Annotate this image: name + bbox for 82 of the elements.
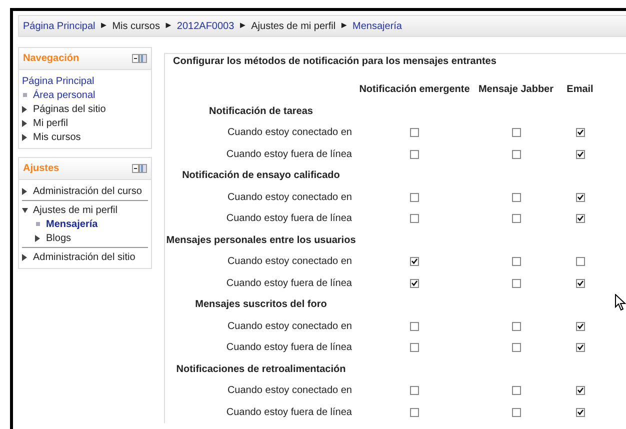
nav-link[interactable]: Mensajería bbox=[46, 216, 98, 232]
checkbox[interactable] bbox=[512, 408, 520, 417]
checkbox[interactable] bbox=[410, 386, 419, 396]
breadcrumb-item: Ajustes de mi perfil bbox=[251, 20, 336, 34]
row-label: Cuando estoy fuera de línea bbox=[226, 213, 352, 224]
checkbox[interactable] bbox=[576, 322, 584, 331]
breadcrumb-item: Mis cursos bbox=[112, 20, 160, 34]
row-label: Cuando estoy conectado en bbox=[227, 127, 352, 138]
checkbox[interactable] bbox=[576, 257, 584, 266]
checkbox[interactable] bbox=[410, 343, 419, 352]
collapsed-triangle-icon[interactable] bbox=[22, 134, 28, 140]
checkbox[interactable] bbox=[576, 192, 584, 202]
checkbox[interactable] bbox=[512, 322, 520, 331]
nav-item[interactable]: Mi perfil bbox=[33, 116, 68, 130]
row-label: Cuando estoy conectado en bbox=[227, 385, 352, 396]
checkbox[interactable] bbox=[512, 278, 520, 288]
checkbox[interactable] bbox=[410, 128, 419, 138]
checkbox[interactable] bbox=[410, 192, 419, 202]
checkbox[interactable] bbox=[410, 322, 419, 331]
breadcrumb-separator: ► bbox=[238, 19, 248, 32]
breadcrumb-separator: ► bbox=[164, 19, 173, 32]
checkbox[interactable] bbox=[576, 214, 584, 224]
block-title: Ajustes bbox=[23, 162, 60, 176]
checkbox[interactable] bbox=[512, 343, 520, 352]
group-title: Notificación de ensayo calificado bbox=[182, 170, 340, 182]
checkbox[interactable] bbox=[410, 408, 419, 417]
column-header: Notificación emergente bbox=[359, 84, 470, 96]
row-label: Cuando estoy fuera de línea bbox=[226, 406, 352, 418]
collapsed-triangle-icon[interactable] bbox=[22, 254, 28, 260]
row-label: Cuando estoy conectado en bbox=[227, 320, 352, 332]
row-label: Cuando estoy fuera de línea bbox=[226, 342, 352, 354]
breadcrumb-link[interactable]: Mensajería bbox=[352, 18, 402, 34]
row-label: Cuando estoy conectado en bbox=[227, 192, 352, 203]
breadcrumb-link[interactable]: 2012AF0003 bbox=[176, 18, 234, 34]
checkbox[interactable] bbox=[512, 386, 520, 396]
checkbox[interactable] bbox=[576, 343, 584, 352]
checkbox[interactable] bbox=[410, 278, 419, 288]
checkbox[interactable] bbox=[410, 257, 419, 266]
nav-item[interactable]: Blogs bbox=[46, 230, 72, 246]
group-title: Mensajes personales entre los usuarios bbox=[166, 234, 356, 246]
checkbox[interactable] bbox=[410, 150, 419, 159]
group-title: Notificación de tareas bbox=[209, 106, 313, 117]
expanded-triangle-icon[interactable] bbox=[22, 206, 28, 214]
nav-item[interactable]: Administración del curso bbox=[33, 184, 142, 198]
checkbox[interactable] bbox=[576, 386, 584, 396]
checkbox[interactable] bbox=[512, 128, 520, 138]
nav-item[interactable]: Administración del sitio bbox=[33, 250, 136, 264]
block-controls-icon[interactable] bbox=[132, 164, 147, 173]
block-controls-icon[interactable] bbox=[132, 54, 147, 63]
breadcrumb-separator: ► bbox=[99, 19, 108, 32]
row-label: Cuando estoy conectado en bbox=[227, 256, 352, 268]
collapsed-triangle-icon[interactable] bbox=[22, 106, 28, 112]
column-header: Mensaje Jabber bbox=[478, 84, 554, 96]
nav-link[interactable]: Página Principal bbox=[22, 74, 94, 88]
collapsed-triangle-icon[interactable] bbox=[22, 188, 28, 194]
row-label: Cuando estoy fuera de línea bbox=[226, 278, 352, 289]
fieldset-legend: Configurar los métodos de notificación para los mensajes entrantes bbox=[171, 54, 498, 69]
group-title: Mensajes suscritos del foro bbox=[195, 299, 327, 310]
nav-item[interactable]: Páginas del sitio bbox=[33, 102, 106, 116]
block-title: Navegación bbox=[23, 52, 80, 66]
nav-item[interactable]: Mis cursos bbox=[33, 130, 81, 144]
bullet-icon bbox=[23, 93, 27, 97]
checkbox[interactable] bbox=[576, 128, 584, 138]
checkbox[interactable] bbox=[576, 278, 584, 288]
checkbox[interactable] bbox=[512, 192, 520, 202]
breadcrumb-link[interactable]: Página Principal bbox=[23, 18, 96, 34]
checkbox[interactable] bbox=[576, 150, 584, 159]
checkbox[interactable] bbox=[512, 257, 520, 266]
checkbox[interactable] bbox=[512, 150, 520, 159]
mouse-pointer-icon bbox=[615, 294, 626, 311]
checkbox[interactable] bbox=[512, 214, 520, 224]
nav-item[interactable]: Ajustes de mi perfil bbox=[33, 202, 118, 218]
nav-link[interactable]: Área personal bbox=[33, 88, 96, 102]
checkbox[interactable] bbox=[576, 408, 584, 417]
collapsed-triangle-icon[interactable] bbox=[35, 234, 41, 242]
row-label: Cuando estoy fuera de línea bbox=[226, 148, 352, 160]
collapsed-triangle-icon[interactable] bbox=[22, 120, 28, 126]
group-title: Notificaciones de retroalimentación bbox=[176, 364, 346, 375]
breadcrumb-separator: ► bbox=[340, 19, 349, 32]
bullet-icon bbox=[36, 222, 40, 226]
column-header: Email bbox=[566, 84, 594, 96]
checkbox[interactable] bbox=[410, 214, 419, 224]
